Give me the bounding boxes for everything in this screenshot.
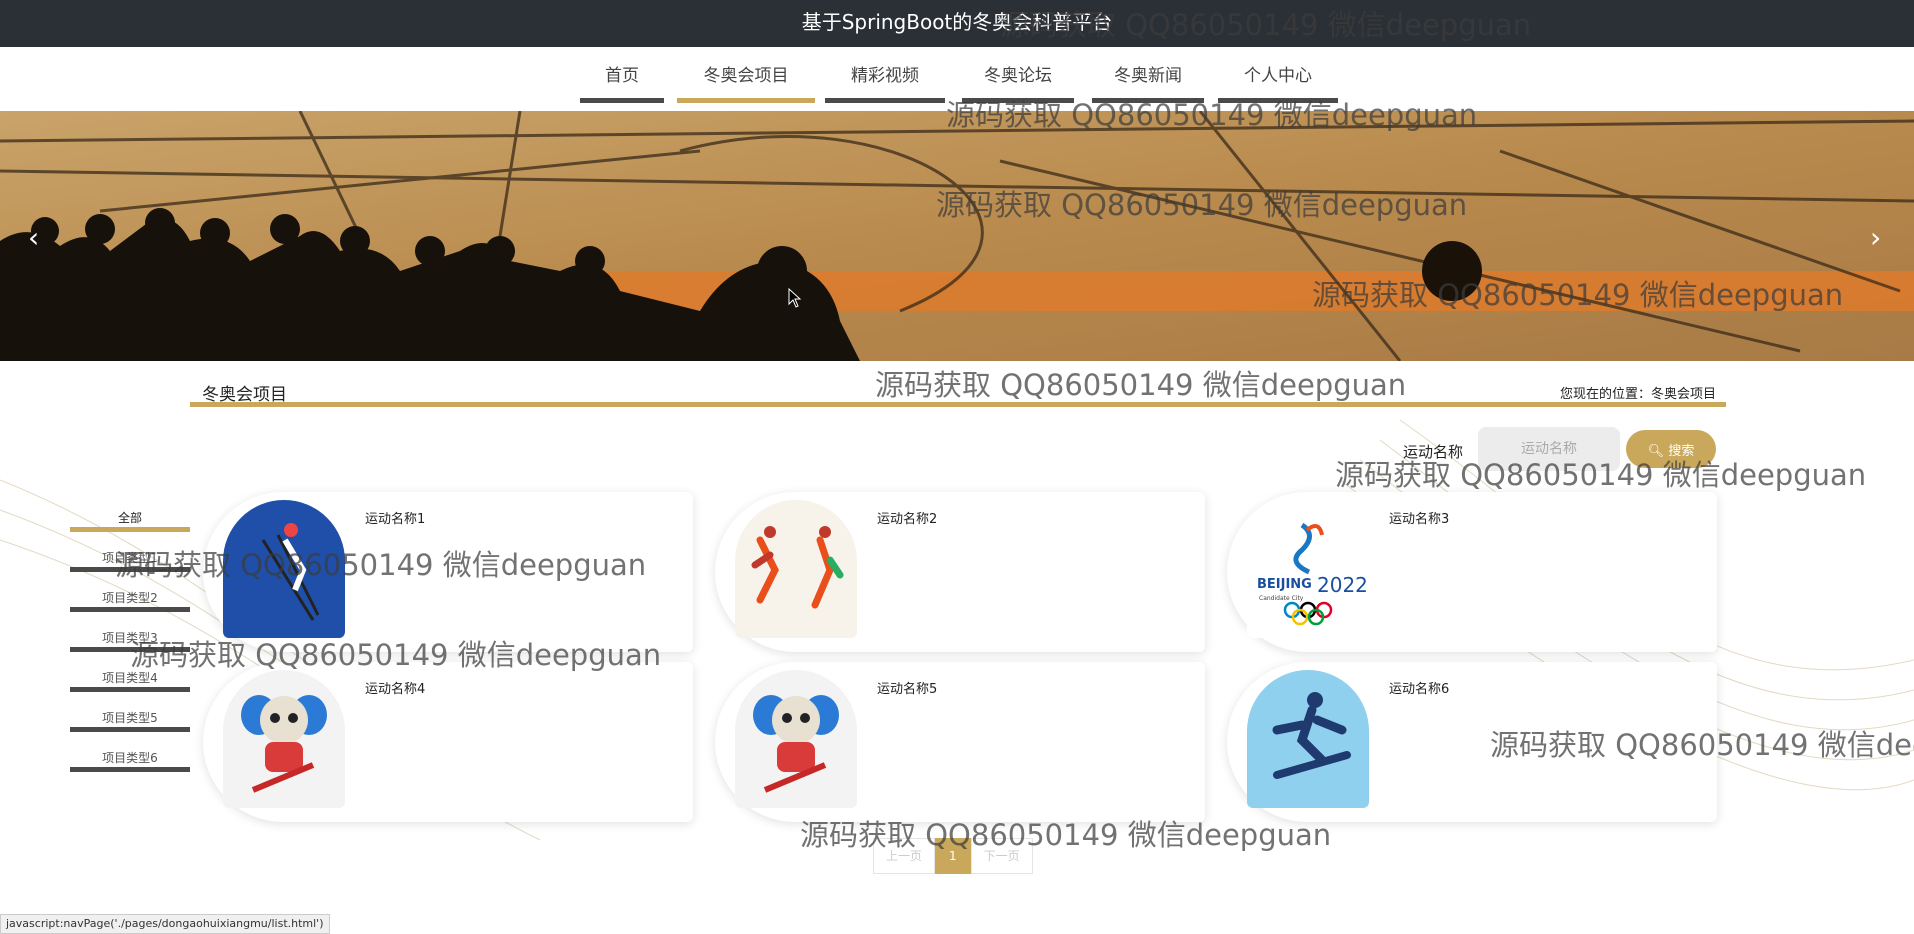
logo-year-text: 2022 <box>1317 573 1368 597</box>
nav-label: 冬奥论坛 <box>984 66 1052 86</box>
mouse-cursor-icon <box>788 288 802 308</box>
sidebar-underline <box>70 527 190 532</box>
section-header: 冬奥会项目 您现在的位置：冬奥会项目 <box>190 376 1726 407</box>
section-divider <box>190 402 1726 407</box>
sidebar-item-type4[interactable]: 项目类型4 <box>70 665 190 705</box>
card-title: 运动名称3 <box>1389 512 1450 527</box>
beijing-2022-logo: BEIJING 2022 Candidate City <box>1247 500 1369 638</box>
sidebar-item-type1[interactable]: 项目类型1 <box>70 545 190 585</box>
hockey-mascot-icon <box>735 670 857 808</box>
search-input[interactable] <box>1478 427 1620 471</box>
prev-page-button[interactable]: 上一页 <box>873 838 936 874</box>
nav-label: 个人中心 <box>1244 66 1312 86</box>
nav-forum[interactable]: 冬奥论坛 <box>962 65 1074 149</box>
sidebar-item-type5[interactable]: 项目类型5 <box>70 705 190 745</box>
sidebar-underline <box>70 727 190 732</box>
nav-underline <box>1218 98 1338 103</box>
nav-news[interactable]: 冬奥新闻 <box>1092 65 1204 149</box>
sidebar-item-type3[interactable]: 项目类型3 <box>70 625 190 665</box>
search-button[interactable]: 🔍︎ 搜索 <box>1626 430 1716 468</box>
snowboarder-icon <box>1247 670 1369 808</box>
banner-prev-arrow-icon[interactable]: ‹ <box>28 221 39 254</box>
pictogram-icon <box>735 500 857 638</box>
sidebar-label: 项目类型3 <box>102 631 158 645</box>
nav-label: 冬奥新闻 <box>1114 66 1182 86</box>
ski-jumper-icon <box>223 500 345 638</box>
card-title: 运动名称1 <box>365 512 426 527</box>
event-card[interactable]: 运动名称4 <box>203 662 693 822</box>
banner-image <box>0 111 1914 361</box>
next-page-button[interactable]: 下一页 <box>970 838 1033 874</box>
nav-underline-active <box>677 98 815 103</box>
nav-underline <box>962 98 1074 103</box>
nav-videos[interactable]: 精彩视频 <box>825 65 945 149</box>
app-title-bar: 基于SpringBoot的冬奥会科普平台 <box>0 0 1914 47</box>
nav-winter-olympic-events[interactable]: 冬奥会项目 <box>677 65 815 149</box>
sidebar-label: 项目类型5 <box>102 711 158 725</box>
nav-underline <box>825 98 945 103</box>
sidebar-label: 项目类型4 <box>102 671 158 685</box>
event-card[interactable]: 运动名称2 <box>715 492 1205 652</box>
nav-label: 精彩视频 <box>851 66 919 86</box>
sidebar-underline <box>70 607 190 612</box>
search-button-label: 搜索 <box>1668 443 1695 459</box>
nav-label: 冬奥会项目 <box>703 66 789 86</box>
main-nav: 首页 冬奥会项目 精彩视频 冬奥论坛 冬奥新闻 个人中心 <box>0 47 1914 111</box>
card-title: 运动名称4 <box>365 682 426 697</box>
card-title: 运动名称2 <box>877 512 938 527</box>
card-title: 运动名称6 <box>1389 682 1450 697</box>
sidebar-underline <box>70 687 190 692</box>
app-title: 基于SpringBoot的冬奥会科普平台 <box>801 10 1113 34</box>
browser-status-bar: javascript:navPage('./pages/dongaohuixia… <box>0 914 330 934</box>
sidebar-item-type6[interactable]: 项目类型6 <box>70 745 190 785</box>
logo-sub-text: Candidate City <box>1259 595 1304 602</box>
event-card[interactable]: 运动名称5 <box>715 662 1205 822</box>
event-card[interactable]: 运动名称6 <box>1227 662 1717 822</box>
search-label: 运动名称 <box>1403 443 1464 461</box>
sidebar-label: 项目类型6 <box>102 751 158 765</box>
sidebar-label: 项目类型1 <box>102 551 158 565</box>
hero-banner: ‹ › <box>0 111 1914 361</box>
sidebar-underline <box>70 567 190 572</box>
sidebar-underline <box>70 767 190 772</box>
sidebar-label: 全部 <box>117 511 142 525</box>
sidebar-label: 项目类型2 <box>102 591 158 605</box>
nav-underline <box>580 98 664 103</box>
logo-city-text: BEIJING <box>1257 577 1312 592</box>
event-card[interactable]: BEIJING 2022 Candidate City 运动名称3 <box>1227 492 1717 652</box>
sidebar-item-all[interactable]: 全部 <box>70 505 190 545</box>
nav-home[interactable]: 首页 <box>580 65 664 149</box>
hockey-mascot-icon <box>223 670 345 808</box>
page-1-button[interactable]: 1 <box>935 838 971 874</box>
banner-next-arrow-icon[interactable]: › <box>1870 221 1881 254</box>
breadcrumb: 您现在的位置：冬奥会项目 <box>1559 387 1716 402</box>
sidebar-item-type2[interactable]: 项目类型2 <box>70 585 190 625</box>
nav-label: 首页 <box>605 66 639 86</box>
category-sidebar: 全部 项目类型1 项目类型2 项目类型3 项目类型4 项目类型5 项目类型6 <box>70 505 190 785</box>
card-title: 运动名称5 <box>877 682 938 697</box>
nav-underline <box>1092 98 1204 103</box>
nav-profile[interactable]: 个人中心 <box>1218 65 1338 149</box>
sidebar-underline <box>70 647 190 652</box>
pagination: 上一页 1 下一页 <box>873 838 1033 874</box>
event-card[interactable]: 运动名称1 <box>203 492 693 652</box>
search-icon: 🔍︎ <box>1647 443 1665 459</box>
